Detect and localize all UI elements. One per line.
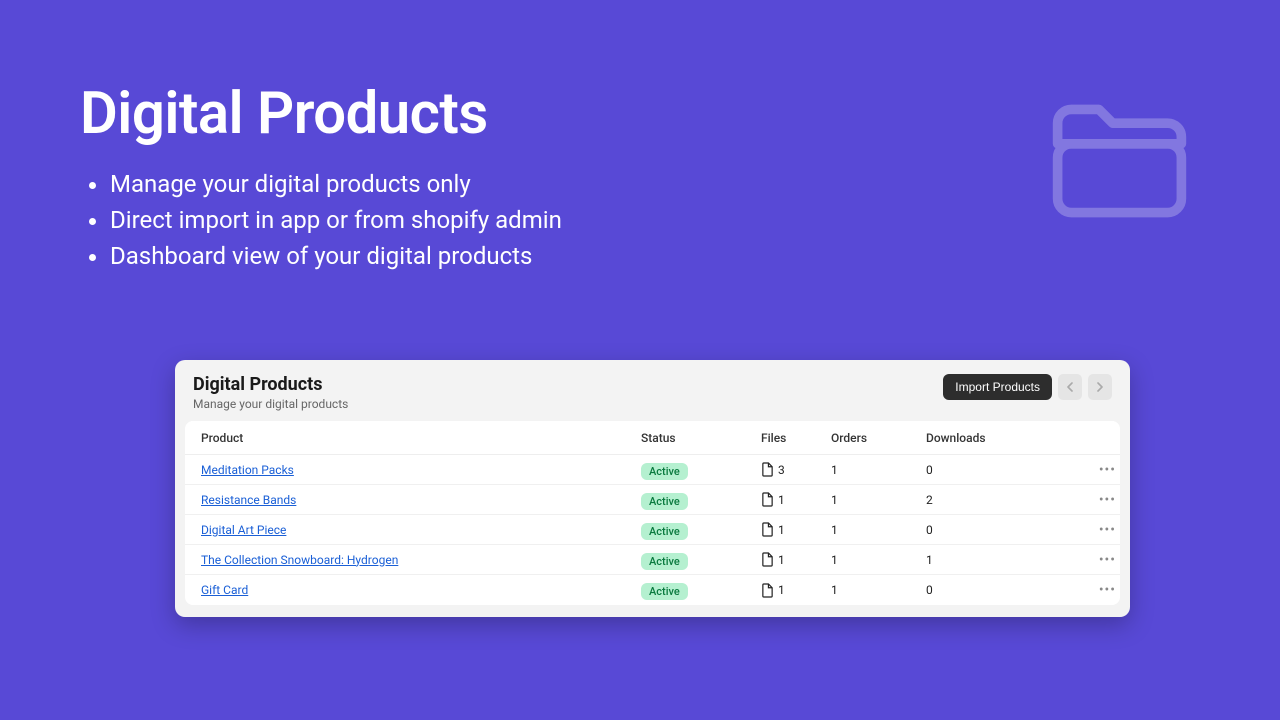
row-actions-button[interactable]: •••: [1056, 522, 1116, 538]
product-link[interactable]: The Collection Snowboard: Hydrogen: [201, 553, 641, 567]
downloads-cell: 0: [926, 463, 1056, 477]
status-badge: Active: [641, 493, 688, 510]
col-files: Files: [761, 431, 831, 445]
files-cell: 1: [761, 522, 831, 537]
card-title: Digital Products: [193, 374, 348, 395]
import-products-button[interactable]: Import Products: [943, 374, 1052, 400]
orders-cell: 1: [831, 523, 926, 537]
table-row: The Collection Snowboard: Hydrogen Activ…: [185, 545, 1120, 575]
col-orders: Orders: [831, 431, 926, 445]
files-cell: 1: [761, 492, 831, 507]
hero-title: Digital Products: [80, 80, 1200, 148]
file-icon: [761, 462, 774, 477]
downloads-cell: 0: [926, 583, 1056, 597]
card-subtitle: Manage your digital products: [193, 397, 348, 411]
status-badge: Active: [641, 583, 688, 600]
products-card: Digital Products Manage your digital pro…: [175, 360, 1130, 617]
orders-cell: 1: [831, 583, 926, 597]
status-badge: Active: [641, 523, 688, 540]
downloads-cell: 0: [926, 523, 1056, 537]
table-row: Gift Card Active 1 1 0 •••: [185, 575, 1120, 605]
table-row: Digital Art Piece Active 1 1 0 •••: [185, 515, 1120, 545]
file-icon: [761, 522, 774, 537]
row-actions-button[interactable]: •••: [1056, 462, 1116, 478]
files-cell: 3: [761, 462, 831, 477]
product-link[interactable]: Resistance Bands: [201, 493, 641, 507]
status-badge: Active: [641, 463, 688, 480]
product-link[interactable]: Gift Card: [201, 583, 641, 597]
orders-cell: 1: [831, 463, 926, 477]
file-icon: [761, 583, 774, 598]
file-icon: [761, 492, 774, 507]
table-row: Meditation Packs Active 3 1 0 •••: [185, 455, 1120, 485]
col-status: Status: [641, 431, 761, 445]
downloads-cell: 1: [926, 553, 1056, 567]
product-link[interactable]: Digital Art Piece: [201, 523, 641, 537]
row-actions-button[interactable]: •••: [1056, 492, 1116, 508]
orders-cell: 1: [831, 493, 926, 507]
table-row: Resistance Bands Active 1 1 2 •••: [185, 485, 1120, 515]
files-cell: 1: [761, 583, 831, 598]
row-actions-button[interactable]: •••: [1056, 552, 1116, 568]
orders-cell: 1: [831, 553, 926, 567]
next-page-button[interactable]: [1088, 374, 1112, 400]
products-table: Product Status Files Orders Downloads Me…: [185, 421, 1120, 605]
folder-icon: [1037, 75, 1202, 240]
table-header: Product Status Files Orders Downloads: [185, 421, 1120, 455]
file-icon: [761, 552, 774, 567]
hero-bullets: Manage your digital products only Direct…: [80, 166, 1200, 274]
col-downloads: Downloads: [926, 431, 1056, 445]
prev-page-button[interactable]: [1058, 374, 1082, 400]
row-actions-button[interactable]: •••: [1056, 582, 1116, 598]
status-badge: Active: [641, 553, 688, 570]
files-cell: 1: [761, 552, 831, 567]
downloads-cell: 2: [926, 493, 1056, 507]
chevron-right-icon: [1096, 382, 1104, 392]
col-product: Product: [201, 431, 641, 445]
product-link[interactable]: Meditation Packs: [201, 463, 641, 477]
hero-bullet: Dashboard view of your digital products: [110, 238, 1200, 274]
chevron-left-icon: [1066, 382, 1074, 392]
